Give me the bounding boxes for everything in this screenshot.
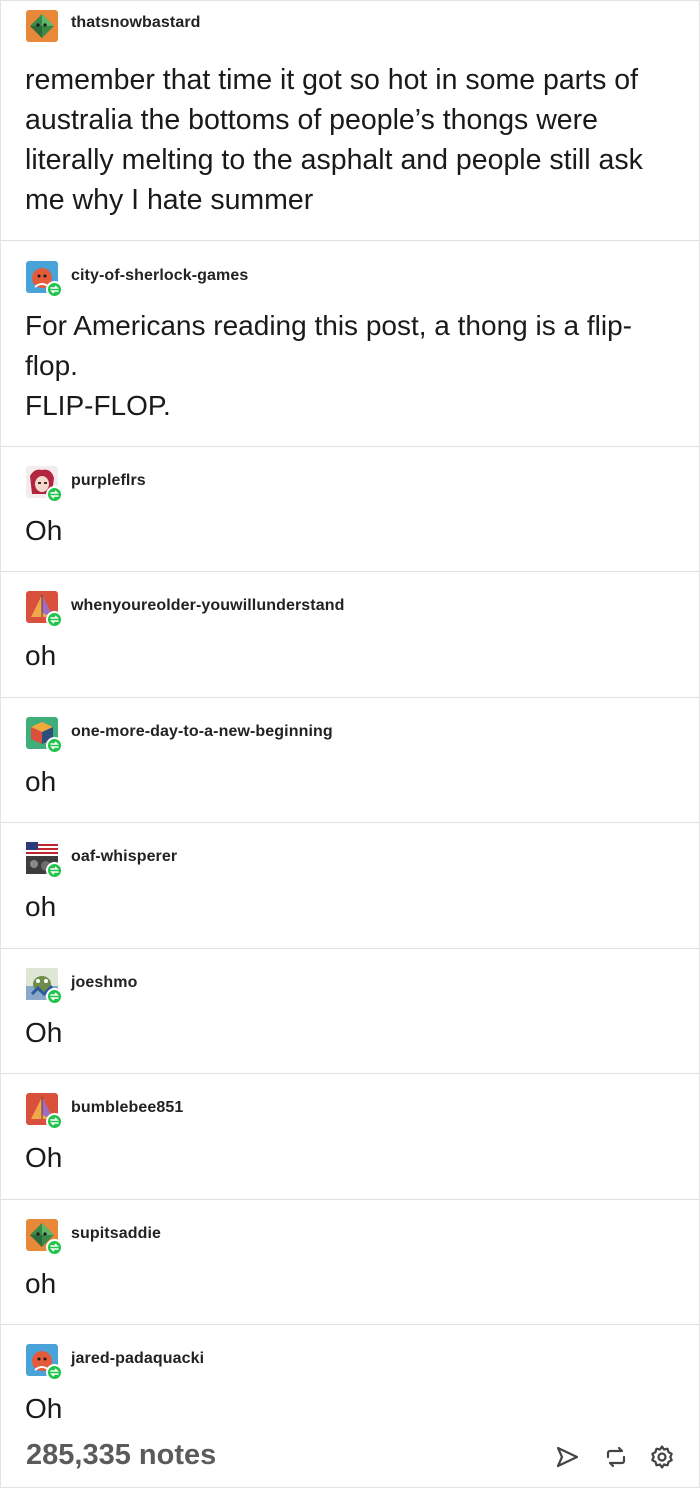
- reblog-badge-icon: [46, 862, 63, 879]
- post-username[interactable]: city-of-sherlock-games: [71, 267, 248, 285]
- blue-face-avatar[interactable]: [26, 261, 63, 298]
- reblog-icon[interactable]: [603, 1444, 629, 1470]
- red-pyramid-avatar[interactable]: [26, 1093, 63, 1130]
- share-icon[interactable]: [554, 1444, 580, 1470]
- post-entry: joeshmo Oh: [1, 949, 699, 1074]
- reblog-badge-icon: [46, 1239, 63, 1256]
- orange-diamond-avatar[interactable]: [26, 10, 58, 42]
- post-username[interactable]: supitsaddie: [71, 1225, 161, 1243]
- post-text: Oh: [25, 1017, 63, 1048]
- reblog-badge-icon: [46, 611, 63, 628]
- post-text: oh: [25, 766, 57, 797]
- post-username[interactable]: bumblebee851: [71, 1099, 183, 1117]
- notes-count[interactable]: 285,335 notes: [26, 1439, 216, 1472]
- post-text: oh: [25, 640, 57, 671]
- post-footer: 285,335 notes: [1, 1430, 699, 1486]
- post-text: oh: [25, 1268, 57, 1299]
- reblog-badge-icon: [46, 281, 63, 298]
- post-entry: supitsaddie oh: [1, 1200, 699, 1325]
- settings-icon[interactable]: [649, 1444, 675, 1470]
- post-entry: jared-padaquacki Oh: [1, 1325, 699, 1430]
- post-text: For Americans reading this post, a thong…: [25, 310, 632, 421]
- reblog-badge-icon: [46, 737, 63, 754]
- post-entry: bumblebee851 Oh: [1, 1074, 699, 1200]
- post-username[interactable]: whenyoureolder-youwillunderstand: [71, 597, 344, 615]
- post-entry: oaf-whisperer oh: [1, 823, 699, 949]
- cartoon-character-avatar[interactable]: [26, 968, 63, 1005]
- anime-character-avatar[interactable]: [26, 466, 63, 503]
- post-text: remember that time it got so hot in some…: [25, 64, 643, 216]
- post-text: Oh: [25, 1393, 63, 1424]
- red-pyramid-avatar[interactable]: [26, 591, 63, 628]
- post-entry: one-more-day-to-a-new-beginning oh: [1, 698, 699, 823]
- post-username[interactable]: oaf-whisperer: [71, 848, 177, 866]
- post-username[interactable]: joeshmo: [71, 974, 138, 992]
- reblog-badge-icon: [46, 1113, 63, 1130]
- post-username[interactable]: jared-padaquacki: [71, 1350, 204, 1368]
- post-text: oh: [25, 891, 57, 922]
- post-entry: thatsnowbastard remember that time it go…: [1, 1, 699, 241]
- post-text: Oh: [25, 515, 63, 546]
- post-entry: city-of-sherlock-games For Americans rea…: [1, 241, 699, 447]
- post-entry: purpleflrs Oh: [1, 447, 699, 572]
- post-username[interactable]: purpleflrs: [71, 472, 146, 490]
- post-username[interactable]: thatsnowbastard: [71, 14, 201, 32]
- post-text: Oh: [25, 1142, 63, 1173]
- post-entry: whenyoureolder-youwillunderstand oh: [1, 572, 699, 698]
- blue-face-avatar[interactable]: [26, 1344, 63, 1381]
- flag-photo-avatar[interactable]: [26, 842, 63, 879]
- green-cube-avatar[interactable]: [26, 717, 63, 754]
- reblog-badge-icon: [46, 486, 63, 503]
- reblog-badge-icon: [46, 988, 63, 1005]
- reblog-badge-icon: [46, 1364, 63, 1381]
- orange-diamond-avatar[interactable]: [26, 1219, 63, 1256]
- post-username[interactable]: one-more-day-to-a-new-beginning: [71, 723, 333, 741]
